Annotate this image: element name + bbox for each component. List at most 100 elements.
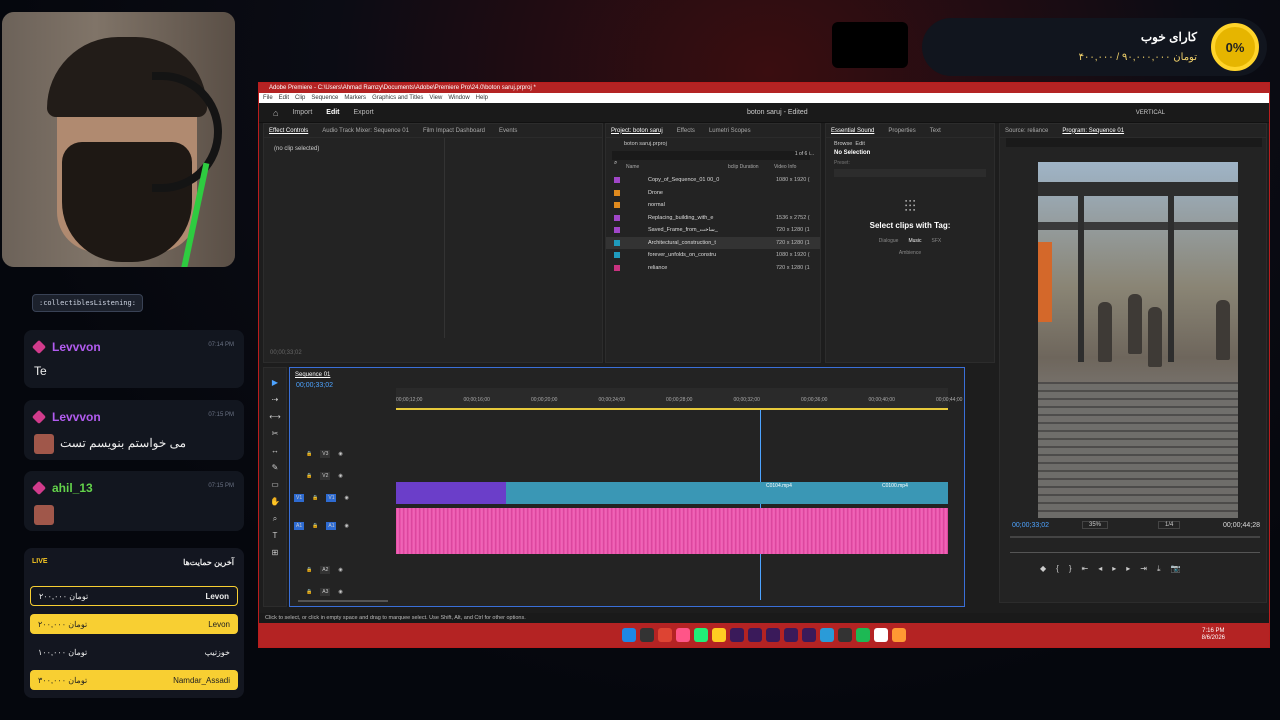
steam-icon[interactable] [838,628,852,642]
tab-properties[interactable]: Properties [888,128,915,134]
zoom-icon[interactable]: ⌕ [264,510,286,527]
program-scrubber[interactable] [1010,536,1260,538]
tab-export[interactable]: Export [354,109,374,116]
windows-start-icon[interactable] [622,628,636,642]
project-item[interactable]: Copy_of_Sequence_01 00_0 1080 x 1920 ( [606,174,820,187]
eye-icon[interactable]: ◉ [338,451,342,457]
playhead[interactable] [760,410,761,600]
tab-sequence[interactable]: Sequence 01 [295,372,330,378]
notion-icon[interactable] [874,628,888,642]
resolution-select[interactable]: 1/4 [1158,521,1181,529]
track-header[interactable]: A1 🔒 A1 ◉ [294,518,394,534]
track-header[interactable]: 🔒 V2 ◉ [294,468,394,484]
tab-project[interactable]: Project: boton saruj [611,128,663,134]
track-target[interactable]: A1 [294,522,305,530]
edit-tab[interactable]: Edit [855,141,864,147]
track-target[interactable]: V1 [294,494,305,502]
after-effects-icon[interactable] [748,628,762,642]
razor-icon[interactable]: ✂ [264,425,286,442]
pen-icon[interactable]: ✎ [264,459,286,476]
lock-icon[interactable]: 🔒 [306,589,312,595]
menu-sequence[interactable]: Sequence [311,95,338,101]
col-video[interactable]: Video Info [774,164,796,170]
folder-icon[interactable] [712,628,726,642]
audio-clip-a1[interactable] [396,508,948,554]
project-item[interactable]: Saved_Frame_from_ساخت_ 720 x 1280 (1 [606,224,820,237]
telegram-icon[interactable] [820,628,834,642]
firefox-icon[interactable] [676,628,690,642]
project-item[interactable]: Replacing_building_with_e 1536 x 2752 ( [606,212,820,225]
eye-icon[interactable]: ◉ [344,495,348,501]
lock-icon[interactable]: 🔒 [312,523,318,529]
menu-graphics[interactable]: Graphics and Titles [372,95,423,101]
tab-lumetri[interactable]: Lumetri Scopes [709,128,751,134]
track-header[interactable]: 🔒 V3 ◉ [294,446,394,462]
track-target[interactable] [294,591,298,593]
project-search[interactable]: ⌕ 1 of 6 i... [612,151,814,166]
search-icon[interactable] [640,628,654,642]
tab-source[interactable]: Source: reliance [1005,128,1048,134]
eye-icon[interactable]: ◉ [344,523,348,529]
video-clips-v1[interactable]: C0104.mp4 C0100.mp4 [396,482,948,504]
app-icon[interactable] [892,628,906,642]
project-item[interactable]: Drone [606,187,820,200]
tab-effect-controls[interactable]: Effect Controls [269,128,308,134]
media-encoder-icon[interactable] [766,628,780,642]
col-duration[interactable]: bclip Duration [728,164,759,170]
hand-icon[interactable]: ✋ [264,493,286,510]
program-range-bar[interactable] [1010,552,1260,553]
lock-icon[interactable]: 🔒 [306,567,312,573]
menu-clip[interactable]: Clip [295,95,305,101]
tag-dialogue[interactable]: Dialogue [879,238,899,244]
project-item[interactable]: Architectural_construction_t 720 x 1280 (… [606,236,820,249]
tag-sfx[interactable]: SFX [932,238,942,244]
selection-tool-icon[interactable]: ▶ [264,374,286,391]
track-select-icon[interactable]: ⇢ [264,391,286,408]
track-header[interactable]: 🔒 A2 ◉ [294,562,394,578]
type-icon[interactable]: T [264,527,286,544]
lock-icon[interactable]: 🔒 [306,451,312,457]
menu-edit[interactable]: Edit [279,95,289,101]
menu-markers[interactable]: Markers [344,95,366,101]
tab-essential-sound[interactable]: Essential Sound [831,128,874,134]
transport-controls[interactable]: ◆{}⇤◂▸▸⇥⤓📷 [1040,564,1190,574]
browse-tab[interactable]: Browse [834,141,852,147]
menu-file[interactable]: File [263,95,273,101]
rectangle-icon[interactable]: ▭ [264,476,286,493]
premiere-pro-icon[interactable] [730,628,744,642]
zoom-select[interactable]: 35% [1082,521,1109,529]
timeline-zoom-scrollbar[interactable] [298,600,388,602]
track-target[interactable] [294,475,298,477]
tag-ambience[interactable]: Ambience [826,250,994,256]
home-icon[interactable]: ⌂ [273,108,278,118]
tab-import[interactable]: Import [292,109,312,116]
lock-icon[interactable]: 🔒 [312,495,318,501]
tag-music[interactable]: Music [908,238,921,244]
tab-edit[interactable]: Edit [326,109,339,116]
project-item[interactable]: reliance 720 x 1280 (1 [606,262,820,275]
tab-audio-mixer[interactable]: Audio Track Mixer: Sequence 01 [322,128,409,134]
preset-dropdown[interactable] [834,169,986,177]
track-target[interactable] [294,569,298,571]
tab-program[interactable]: Program: Sequence 01 [1062,128,1124,134]
chrome-icon[interactable] [658,628,672,642]
tab-text[interactable]: Text [930,128,941,134]
project-item[interactable]: forever_unfolds_on_constru 1080 x 1920 ( [606,249,820,262]
lock-icon[interactable]: 🔒 [306,473,312,479]
track-target[interactable] [294,453,298,455]
spotify-icon[interactable] [856,628,870,642]
timeline-ruler[interactable]: 00;00;12;00 00;00;16;00 00;00;20;00 00;00;2… [396,388,962,410]
menu-window[interactable]: Window [448,95,469,101]
eye-icon[interactable]: ◉ [338,567,342,573]
tab-events[interactable]: Events [499,128,517,134]
edge-icon[interactable] [694,628,708,642]
ripple-edit-icon[interactable]: ⟷ [264,408,286,425]
caption-icon[interactable]: ⊞ [264,544,286,561]
photoshop-icon[interactable] [784,628,798,642]
eye-icon[interactable]: ◉ [338,589,342,595]
track-header[interactable]: 🔒 A3 ◉ [294,584,394,600]
video-clip-purple[interactable] [396,482,506,504]
slip-icon[interactable]: ↔ [264,442,286,459]
col-name[interactable]: Name [626,164,639,170]
track-header[interactable]: V1 🔒 V1 ◉ [294,490,394,506]
